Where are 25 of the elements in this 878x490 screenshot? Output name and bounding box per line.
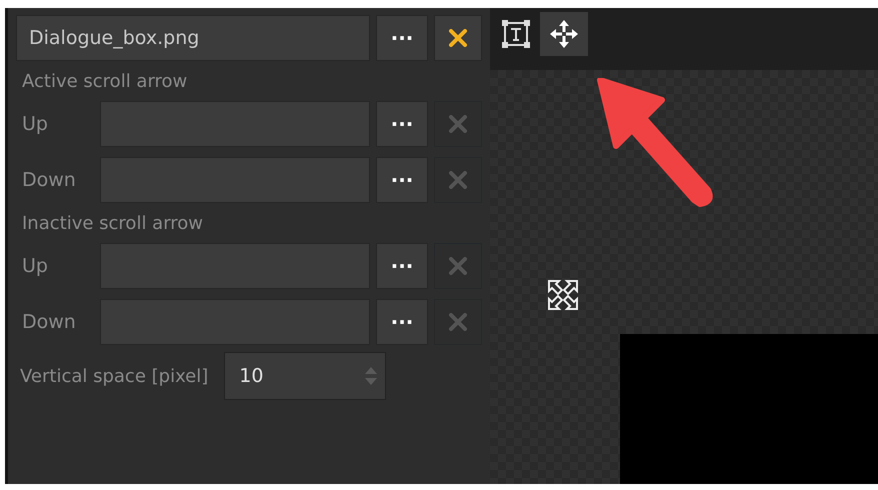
file-field[interactable]: Dialogue_box.png	[16, 15, 370, 61]
browse-button[interactable]: ···	[376, 243, 428, 289]
browse-button[interactable]: ···	[376, 157, 428, 203]
row-label: Down	[21, 168, 77, 193]
spin-arrows-icon	[365, 365, 378, 387]
row-label: Up	[21, 254, 49, 279]
section-label: Inactive scroll arrow	[22, 212, 204, 236]
move-icon	[549, 19, 579, 49]
browse-button[interactable]: ···	[376, 299, 428, 345]
number-spinner[interactable]: 10	[224, 352, 386, 400]
close-icon	[449, 313, 467, 331]
close-icon	[449, 171, 467, 189]
row-label: Up	[21, 112, 49, 137]
row-label: Down	[21, 310, 77, 335]
section-label: Active scroll arrow	[22, 70, 188, 94]
field-label: Vertical space [pixel]	[20, 364, 208, 388]
close-icon	[449, 115, 467, 133]
browse-button[interactable]: ···	[376, 101, 428, 147]
text-tool-icon	[501, 19, 531, 49]
close-icon	[449, 257, 467, 275]
resize-icon	[546, 278, 580, 312]
clear-button[interactable]	[434, 15, 482, 61]
move-tool-button[interactable]	[540, 12, 588, 56]
browse-button[interactable]: ···	[376, 15, 428, 61]
close-icon	[449, 29, 467, 47]
